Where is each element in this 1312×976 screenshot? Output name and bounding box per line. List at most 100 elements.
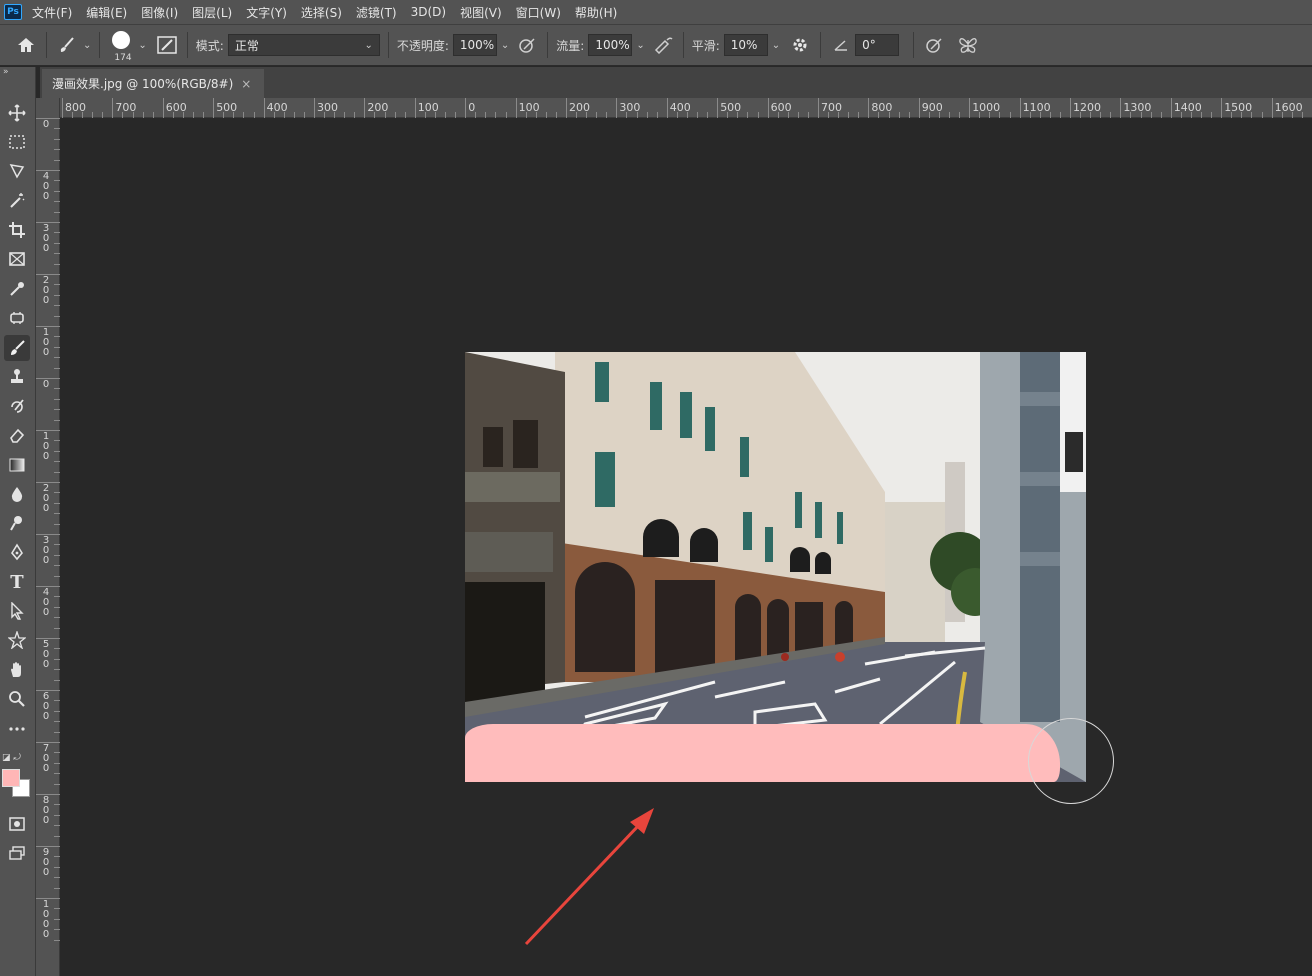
brush-icon[interactable] [4,335,30,361]
ruler-tick [717,98,719,118]
brush-size-picker[interactable]: 174 [108,27,134,63]
more-icon[interactable] [4,716,30,742]
brush-tip-icon [112,31,131,49]
chevron-down-icon[interactable]: ⌄ [83,40,91,51]
menu-image[interactable]: 图像(I) [141,4,178,21]
ruler-label: 400 [42,171,50,202]
home-icon[interactable] [14,33,38,57]
screen-mode-icon[interactable] [4,840,30,866]
menu-file[interactable]: 文件(F) [32,4,72,21]
chevron-down-icon[interactable]: ⌄ [501,40,509,51]
document-tab[interactable]: 漫画效果.jpg @ 100%(RGB/8#) × [42,69,264,98]
menu-window[interactable]: 窗口(W) [516,4,561,21]
ruler-tick [616,98,618,118]
quick-mask-icon[interactable] [4,811,30,837]
ruler-label: 400 [669,101,691,114]
menu-bar: Ps 文件(F) 编辑(E) 图像(I) 图层(L) 文字(Y) 选择(S) 滤… [0,0,1312,24]
chevron-down-icon[interactable]: ⌄ [772,40,780,51]
ruler-label: 800 [65,101,86,114]
chevron-down-icon[interactable]: ⌄ [636,40,644,51]
ruler-tick [465,98,467,118]
menu-select[interactable]: 选择(S) [301,4,342,21]
marquee-icon[interactable] [4,129,30,155]
angle-input[interactable]: 0° [855,34,900,56]
ruler-label: 1500 [1224,101,1253,114]
separator [547,32,549,58]
ruler-tick [213,98,215,118]
frame-icon[interactable] [4,246,30,272]
ruler-tick [112,98,114,118]
menu-view[interactable]: 视图(V) [460,4,502,21]
ruler-label: 200 [367,101,389,114]
lasso-icon[interactable] [4,158,30,184]
mode-select[interactable]: 正常 ⌄ [227,34,380,56]
crop-icon[interactable] [4,217,30,243]
pressure-size-icon[interactable] [922,33,946,57]
ruler-label: 400 [266,101,288,114]
history-brush-icon[interactable] [4,393,30,419]
ruler-label: 1200 [1073,101,1101,114]
menu-edit[interactable]: 编辑(E) [86,4,127,21]
brush-settings-panel-icon[interactable] [155,33,179,57]
ruler-label: 800 [871,101,893,114]
smoothing-input[interactable]: 10% [723,34,768,56]
opacity-input[interactable]: 100% [452,34,497,56]
magic-wand-icon[interactable] [4,187,30,213]
shape-icon[interactable] [4,627,30,653]
stamp-icon[interactable] [4,364,30,390]
menu-type[interactable]: 文字(Y) [246,4,287,21]
ruler-label: 100 [42,327,50,358]
ruler-tick [1271,98,1273,118]
separator [387,32,389,58]
gear-icon[interactable] [788,33,812,57]
separator [46,32,47,58]
symmetry-butterfly-icon[interactable] [956,33,980,57]
ruler-label: 1600 [1274,101,1303,114]
opacity-value: 100% [459,38,495,52]
pressure-opacity-icon[interactable] [515,33,539,57]
path-select-icon[interactable] [4,598,30,624]
flow-input[interactable]: 100% [588,34,633,56]
menu-help[interactable]: 帮助(H) [575,4,617,21]
horizontal-ruler[interactable]: 800 700 600 500 400 300 200 100 0 100 200 300 400 500… [60,98,1312,118]
chevron-down-icon: ⌄ [364,39,373,51]
ruler-tick [263,98,265,118]
separator [186,32,188,58]
ruler-label: 900 [42,847,50,878]
chevron-down-icon[interactable]: ⌄ [138,40,146,51]
collapse-panel-icon[interactable]: » [3,67,9,77]
dodge-icon[interactable] [4,510,30,536]
canvas-area[interactable] [60,118,1312,976]
eyedropper-icon[interactable] [4,276,30,302]
ruler-tick [515,98,517,118]
move-icon[interactable] [4,100,30,126]
airbrush-icon[interactable] [651,33,675,57]
hand-icon[interactable] [4,657,30,683]
ruler-label: 700 [42,743,50,774]
blur-icon[interactable] [4,481,30,507]
ruler-tick [1070,98,1071,118]
menu-3d[interactable]: 3D(D) [411,5,446,19]
vertical-ruler[interactable]: 0 400 300 200 100 0 100 200 300 400 500 600 700 800 90… [36,98,60,976]
brush-preset-icon[interactable] [55,33,79,57]
foreground-color-swatch[interactable] [2,769,20,787]
street-photo-image[interactable] [465,352,1086,782]
default-colors-icon[interactable]: ◪ ⤾ [2,753,21,763]
angle-icon [829,33,853,57]
ruler-label: 100 [417,101,439,114]
brush-cursor-outline [1028,718,1114,804]
ruler-tick [1120,98,1122,118]
zoom-icon[interactable] [4,686,30,712]
close-icon[interactable]: × [241,77,251,91]
document-tab-bar: 漫画效果.jpg @ 100%(RGB/8#) × [40,67,1312,98]
menu-layer[interactable]: 图层(L) [192,4,232,21]
healing-icon[interactable] [4,305,30,331]
ruler-label: 1000 [42,899,50,940]
eraser-icon[interactable] [4,422,30,448]
menu-filter[interactable]: 滤镜(T) [356,4,397,21]
pen-icon[interactable] [4,539,30,565]
gradient-icon[interactable] [4,452,30,478]
ruler-tick [1170,98,1172,118]
ruler-tick [364,98,366,118]
type-icon[interactable]: T [4,569,30,595]
